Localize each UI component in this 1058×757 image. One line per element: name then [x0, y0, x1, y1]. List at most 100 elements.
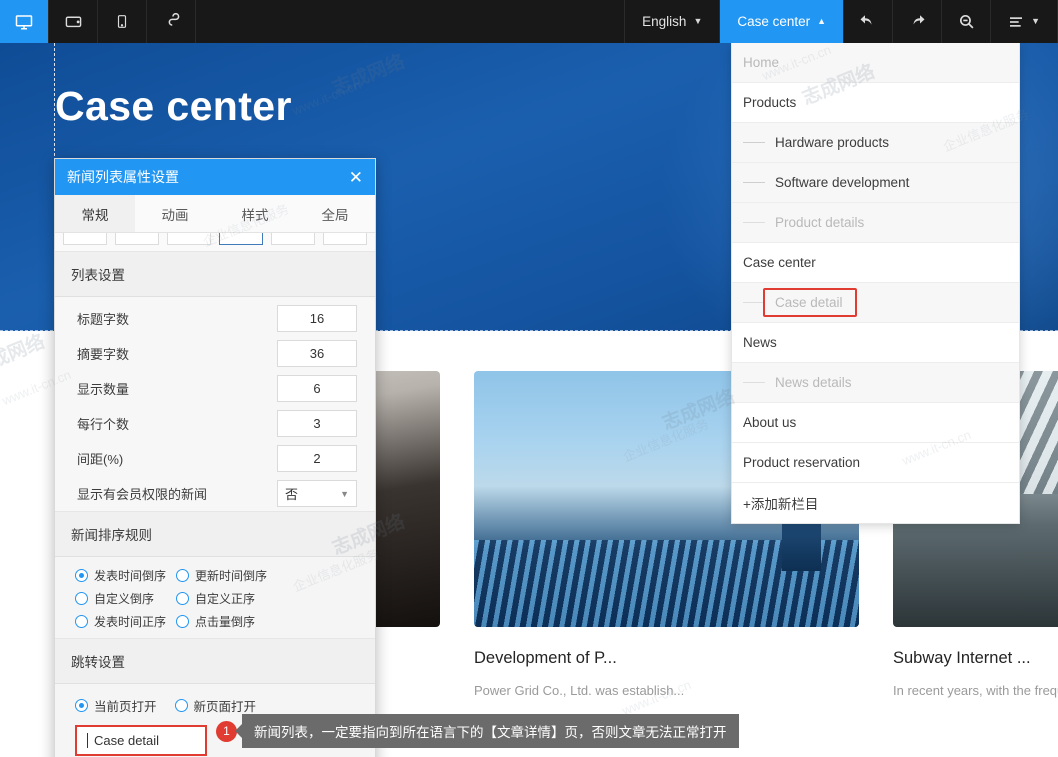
- link-target-value: Case detail: [94, 733, 160, 748]
- subfield-stub[interactable]: [167, 233, 211, 245]
- menu-item-news-details[interactable]: News details: [732, 363, 1019, 403]
- menu-item-label: Home: [743, 55, 780, 70]
- highlight-box: Case detail: [763, 288, 857, 317]
- sub-item-dash-icon: [743, 222, 765, 223]
- language-selector[interactable]: English ▼: [625, 0, 721, 43]
- section-header-jump-settings: 跳转设置: [55, 638, 375, 684]
- radio-icon[interactable]: [75, 569, 88, 582]
- desktop-view-icon[interactable]: [0, 0, 49, 43]
- sub-item-dash-icon: [743, 302, 765, 303]
- radio-icon[interactable]: [75, 592, 88, 605]
- form-field-label: 间距(%): [77, 452, 124, 467]
- mobile-view-icon[interactable]: [98, 0, 147, 43]
- form-field-select[interactable]: 否 ▼: [277, 480, 357, 507]
- dialog-tab[interactable]: 常规: [55, 195, 135, 232]
- menu-item-hardware-products[interactable]: Hardware products: [732, 123, 1019, 163]
- dialog-tab[interactable]: 全局: [295, 195, 375, 232]
- sort-radio-option[interactable]: 自定义倒序: [75, 590, 172, 607]
- menu-item-label: Product details: [775, 215, 865, 230]
- form-field-input[interactable]: 2: [277, 445, 357, 472]
- radio-icon[interactable]: [176, 615, 189, 628]
- form-field-label: 每行个数: [77, 417, 130, 432]
- sort-radio-label: 更新时间倒序: [195, 569, 268, 583]
- page-selector-label: Case center: [737, 14, 811, 29]
- radio-icon[interactable]: [75, 699, 88, 712]
- section-header-sort-rules: 新闻排序规则: [55, 511, 375, 557]
- menu-item-about-us[interactable]: About us: [732, 403, 1019, 443]
- link-target-input[interactable]: Case detail: [75, 725, 207, 756]
- select-value: 否: [285, 487, 299, 502]
- chevron-down-icon: ▼: [340, 488, 349, 499]
- menu-item-label: Product reservation: [743, 455, 861, 470]
- menu-item-case-center[interactable]: Case center: [732, 243, 1019, 283]
- menu-item-label: Hardware products: [775, 135, 890, 150]
- page-selector[interactable]: Case center ▲: [720, 0, 845, 43]
- undo-icon[interactable]: [844, 0, 894, 43]
- form-row: 间距(%) 2: [55, 441, 375, 476]
- sort-radio-label: 发表时间正序: [94, 615, 167, 629]
- list-menu-icon[interactable]: ▼: [991, 0, 1058, 43]
- toolbar-spacer: [196, 0, 626, 43]
- form-field-input[interactable]: 16: [277, 305, 357, 332]
- menu-item-news[interactable]: News: [732, 323, 1019, 363]
- zoom-out-icon[interactable]: [942, 0, 992, 43]
- dialog-tab[interactable]: 动画: [135, 195, 215, 232]
- sort-radio-option[interactable]: 自定义正序: [176, 590, 273, 607]
- redo-icon[interactable]: [893, 0, 943, 43]
- menu-item-product-details[interactable]: Product details: [732, 203, 1019, 243]
- menu-item-home[interactable]: Home: [732, 43, 1019, 83]
- language-label: English: [642, 14, 687, 29]
- jump-radio-option[interactable]: 当前页打开: [75, 696, 157, 715]
- form-field-input[interactable]: 36: [277, 340, 357, 367]
- sort-radio-option[interactable]: 更新时间倒序: [176, 567, 273, 584]
- menu-item-label: +添加新栏目: [743, 497, 819, 512]
- menu-item-case-detail[interactable]: Case detail: [732, 283, 1019, 323]
- subfield-stub[interactable]: [63, 233, 107, 245]
- hint-tooltip-text: 新闻列表，一定要指向到所在语言下的【文章详情】页，否则文章无法正常打开: [242, 714, 739, 748]
- menu-item-product-reservation[interactable]: Product reservation: [732, 443, 1019, 483]
- sort-radio-option[interactable]: 点击量倒序: [176, 613, 273, 630]
- text-cursor-icon: [87, 733, 88, 748]
- case-card-title: Subway Internet ...: [893, 649, 1031, 667]
- case-card-desc: Power Grid Co., Ltd. was establish...: [474, 683, 685, 698]
- dialog-tab[interactable]: 样式: [215, 195, 295, 232]
- dialog-tab-label: 动画: [161, 208, 189, 223]
- hint-callout: 1 新闻列表，一定要指向到所在语言下的【文章详情】页，否则文章无法正常打开: [216, 714, 739, 748]
- dialog-tab-label: 全局: [321, 208, 349, 223]
- radio-icon[interactable]: [75, 615, 88, 628]
- form-field-input[interactable]: 6: [277, 375, 357, 402]
- sort-radio-option[interactable]: 发表时间倒序: [75, 567, 172, 584]
- subfield-stub[interactable]: [115, 233, 159, 245]
- radio-icon[interactable]: [174, 699, 188, 712]
- sort-radio-option[interactable]: 发表时间正序: [75, 613, 172, 630]
- link-view-icon[interactable]: [147, 0, 196, 43]
- jump-radio-option[interactable]: 新页面打开: [174, 696, 256, 715]
- form-field-label: 显示数量: [77, 382, 130, 397]
- dialog-titlebar: 新闻列表属性设置 ✕: [55, 159, 375, 195]
- radio-icon[interactable]: [176, 592, 189, 605]
- sort-radio-label: 自定义倒序: [94, 592, 155, 606]
- radio-icon[interactable]: [176, 569, 189, 582]
- form-row: 摘要字数 36: [55, 336, 375, 371]
- menu-item-label: Software development: [775, 175, 910, 190]
- menu-item-[interactable]: +添加新栏目: [732, 483, 1019, 523]
- menu-item-label: News: [743, 335, 777, 350]
- menu-item-label: Case center: [743, 255, 816, 270]
- menu-item-software-development[interactable]: Software development: [732, 163, 1019, 203]
- tablet-view-icon[interactable]: [49, 0, 98, 43]
- app-root: Case center Development of P... Power Gr…: [0, 0, 1058, 757]
- news-list-property-dialog: 新闻列表属性设置 ✕ 常规 动画 样式 全局 列表设置 标题字数 16 摘要字数 36 显示数…: [54, 158, 376, 757]
- form-field-label: 摘要字数: [77, 347, 130, 362]
- form-field-input[interactable]: 3: [277, 410, 357, 437]
- sort-rule-radio-group: 发表时间倒序 更新时间倒序自定义倒序 自定义正序 发表时间正序 点击量倒序: [55, 557, 375, 638]
- sort-radio-label: 发表时间倒序: [94, 569, 167, 583]
- dialog-subfield-row: [55, 233, 375, 251]
- form-row: 显示数量 6: [55, 371, 375, 406]
- subfield-stub[interactable]: [323, 233, 367, 245]
- form-row: 显示有会员权限的新闻否 ▼: [55, 476, 375, 511]
- list-settings-fields: 标题字数 16 摘要字数 36 显示数量 6 每行个数 3 间距(%) 2 显示有会员权限的新闻否 ▼: [55, 297, 375, 511]
- subfield-stub-selected[interactable]: [219, 233, 263, 245]
- menu-item-products[interactable]: Products: [732, 83, 1019, 123]
- subfield-stub[interactable]: [271, 233, 315, 245]
- close-icon[interactable]: ✕: [349, 169, 363, 186]
